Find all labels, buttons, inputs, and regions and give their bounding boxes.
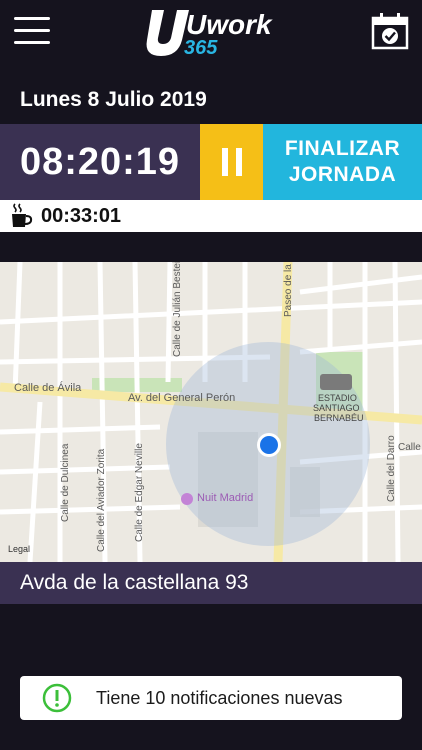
map-label-estadio-3: BERNABÉU	[314, 413, 364, 423]
exclamation-circle-icon	[42, 683, 72, 713]
app-logo: Uwork 365	[140, 4, 290, 60]
map-label-julian: Calle de Julián Besteiro	[172, 262, 183, 357]
hamburger-menu-icon[interactable]	[14, 14, 52, 48]
map-label-estadio-1: ESTADIO	[318, 393, 357, 403]
map-label-paseo: Paseo de la	[283, 264, 294, 317]
map-label-calle-l: Calle L	[398, 442, 422, 453]
notifications-text: Tiene 10 notificaciones nuevas	[96, 688, 343, 708]
map-label-aviador: Calle del Aviador Zorita	[96, 448, 107, 552]
finish-workday-button[interactable]: FINALIZAR JORNADA	[263, 124, 422, 200]
calendar-check-icon[interactable]	[370, 12, 410, 50]
map-label-estadio-2: SANTIAGO	[313, 403, 360, 413]
break-timer: 00:33:01	[41, 205, 122, 227]
pause-button[interactable]	[200, 124, 263, 200]
coffee-cup-icon	[10, 203, 34, 229]
map-label-dulcinea: Calle de Dulcinea	[60, 443, 71, 522]
map-label-nuit: Nuit Madrid	[197, 492, 254, 504]
current-date: Lunes 8 Julio 2019	[20, 88, 207, 111]
location-map[interactable]: Calle de Ávila Av. del General Perón EST…	[0, 262, 422, 562]
map-legal-link[interactable]: Legal	[8, 544, 30, 554]
logo-main-text: Uwork	[186, 9, 273, 40]
map-label-darro: Calle del Darro	[386, 435, 397, 502]
work-timer: 08:20:19	[19, 140, 181, 183]
finish-label-line2: JORNADA	[288, 163, 397, 186]
map-label-calle-avila: Calle de Ávila	[14, 382, 82, 394]
pause-icon	[221, 148, 228, 176]
current-address: Avda de la castellana 93	[20, 571, 249, 594]
map-label-general-peron: Av. del General Perón	[128, 392, 236, 404]
map-label-edgar: Calle de Edgar Neville	[134, 443, 145, 542]
logo-sub-text: 365	[184, 37, 218, 59]
finish-label-line1: FINALIZAR	[284, 137, 401, 160]
